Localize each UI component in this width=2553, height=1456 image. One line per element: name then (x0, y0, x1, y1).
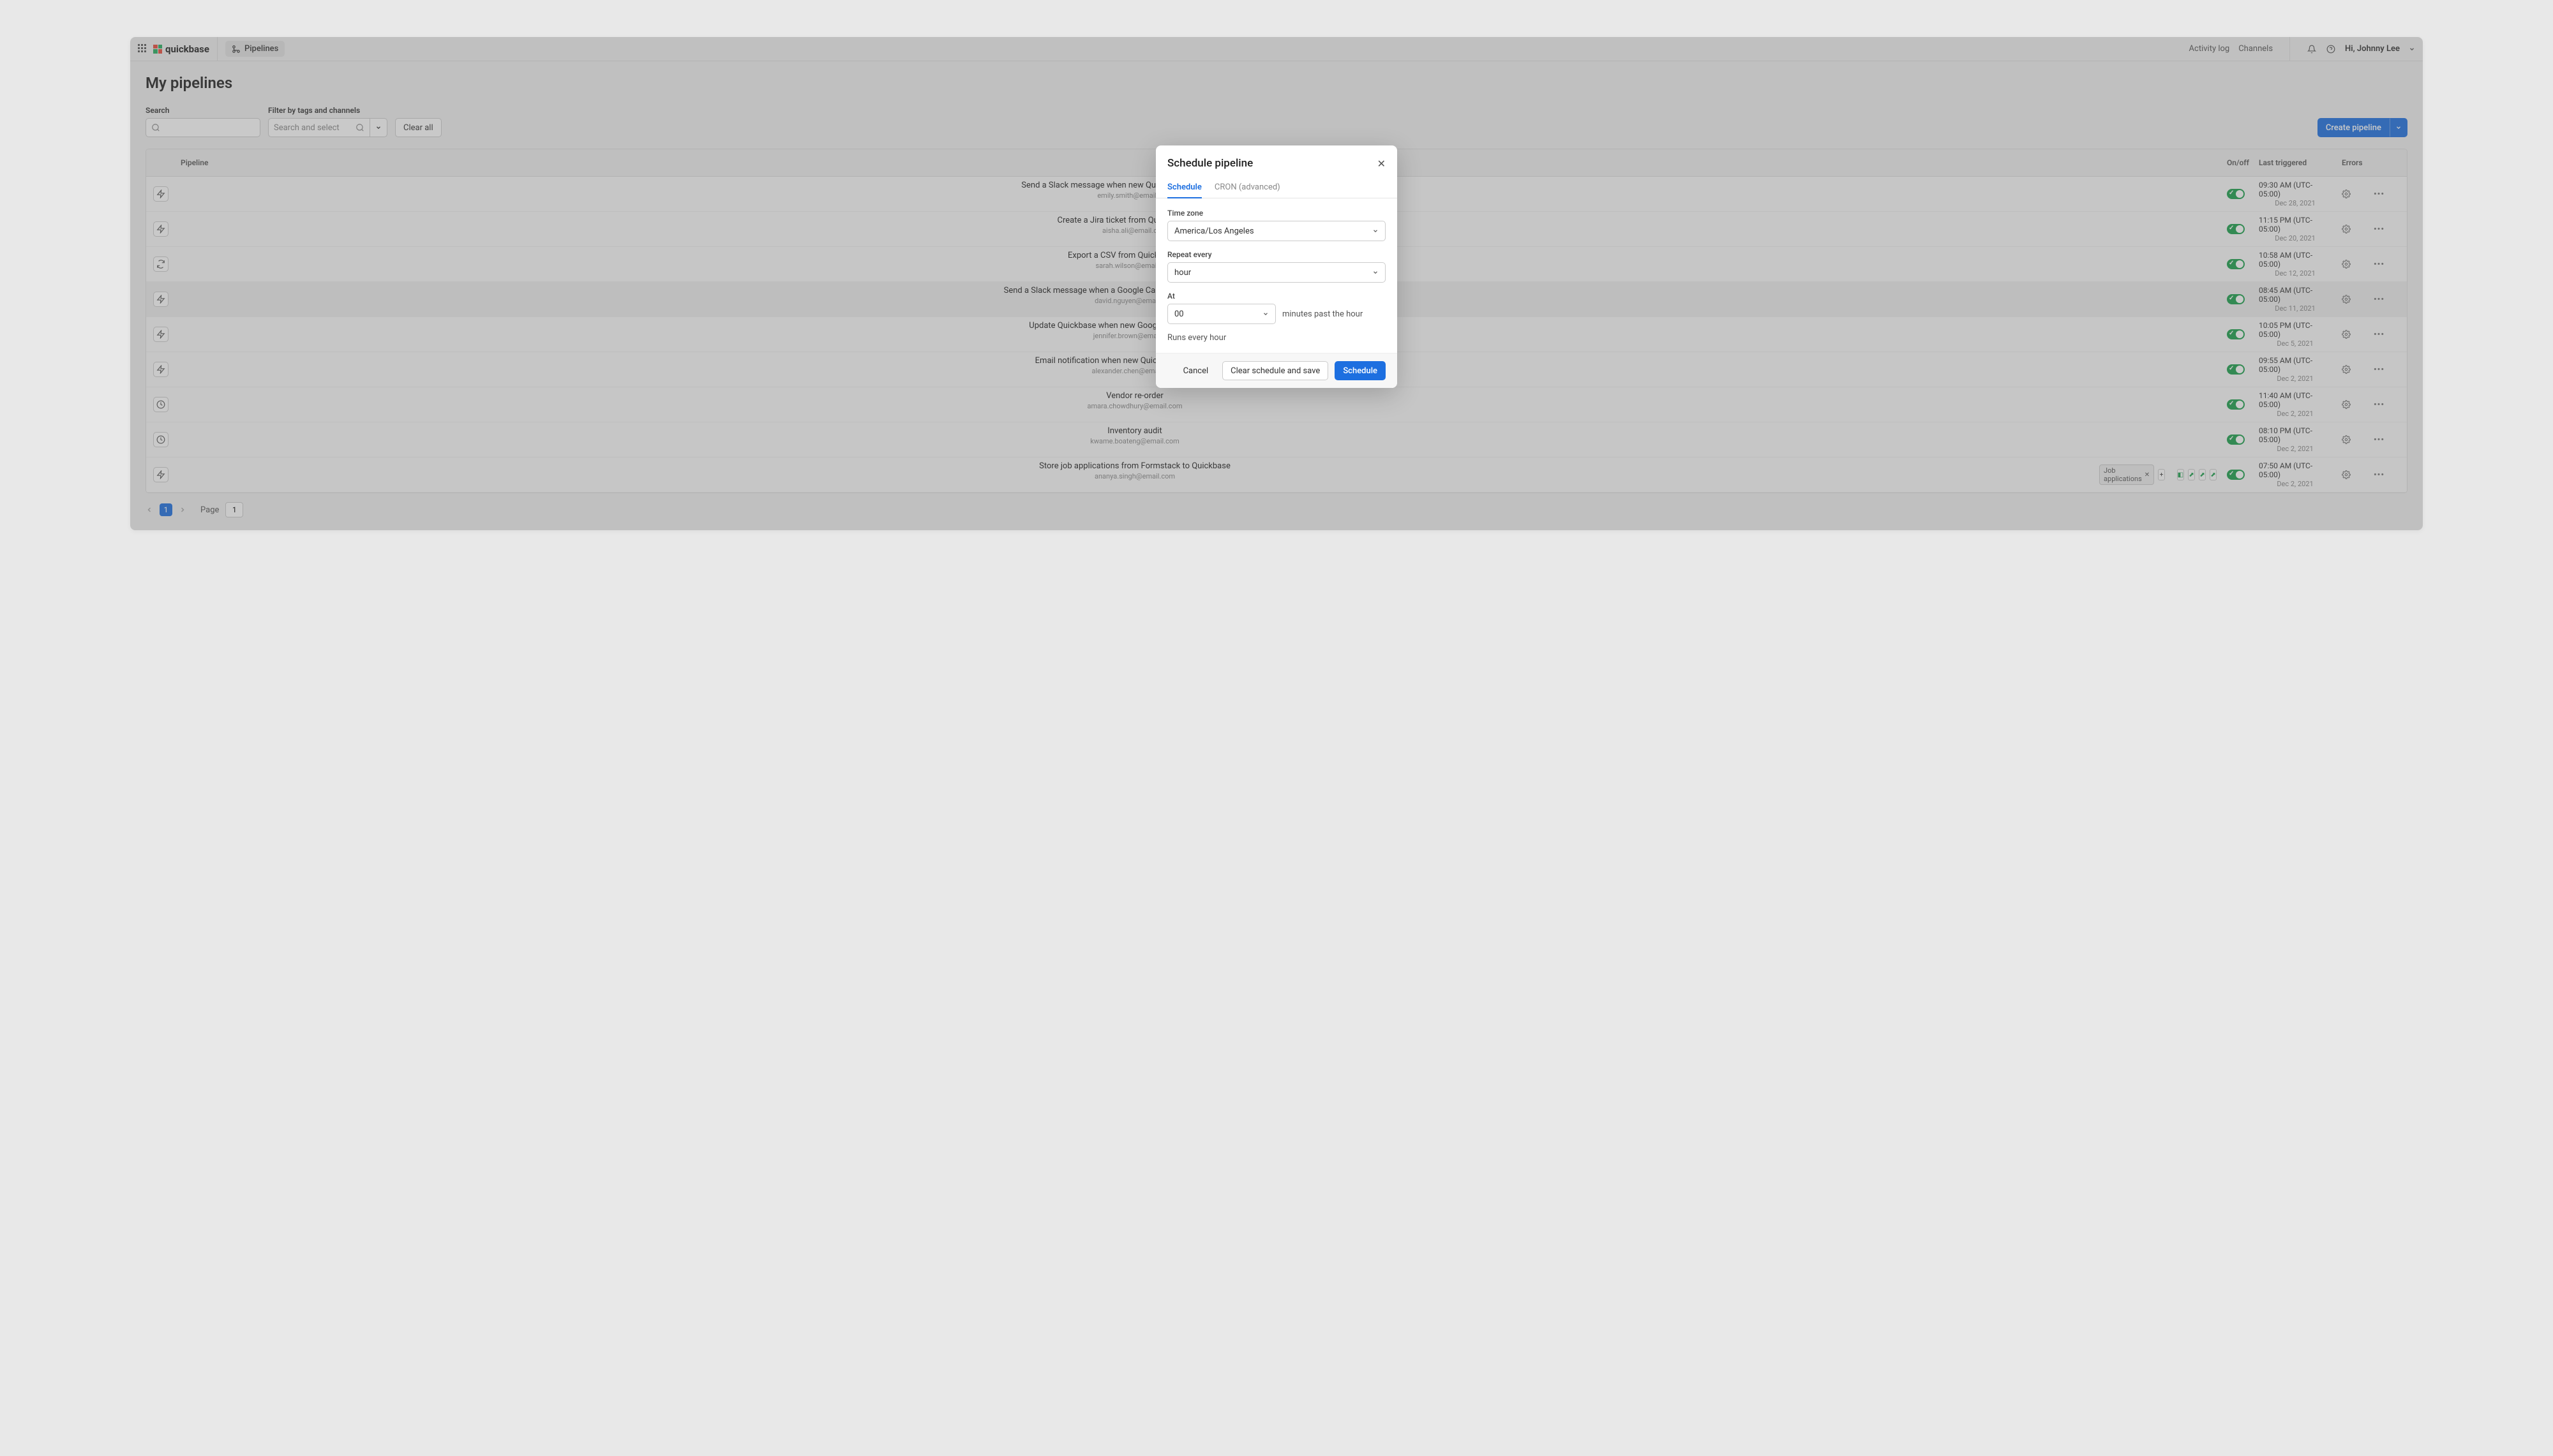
modal-title: Schedule pipeline (1167, 157, 1253, 170)
cancel-button[interactable]: Cancel (1176, 361, 1217, 380)
at-select[interactable]: 00 (1167, 304, 1276, 324)
modal-tabs: Schedule CRON (advanced) (1156, 177, 1397, 198)
timezone-label: Time zone (1167, 209, 1386, 218)
repeat-value: hour (1174, 268, 1191, 278)
timezone-value: America/Los Angeles (1174, 227, 1254, 236)
app-window: quickbase Pipelines Activity log Channel… (130, 37, 2423, 530)
repeat-label: Repeat every (1167, 250, 1386, 259)
chevron-down-icon (1372, 269, 1379, 276)
at-value: 00 (1174, 309, 1184, 319)
timezone-select[interactable]: America/Los Angeles (1167, 221, 1386, 241)
close-icon[interactable]: ✕ (1377, 158, 1386, 170)
schedule-button[interactable]: Schedule (1335, 361, 1386, 380)
modal-overlay[interactable]: Schedule pipeline ✕ Schedule CRON (advan… (130, 37, 2423, 530)
repeat-select[interactable]: hour (1167, 262, 1386, 283)
tab-schedule[interactable]: Schedule (1167, 177, 1202, 198)
schedule-modal: Schedule pipeline ✕ Schedule CRON (advan… (1156, 145, 1397, 388)
tab-cron[interactable]: CRON (advanced) (1215, 177, 1280, 198)
modal-footer: Cancel Clear schedule and save Schedule (1156, 353, 1397, 388)
chevron-down-icon (1262, 311, 1269, 317)
clear-schedule-button[interactable]: Clear schedule and save (1222, 361, 1328, 380)
at-helper: minutes past the hour (1282, 309, 1363, 319)
schedule-summary: Runs every hour (1167, 333, 1386, 343)
chevron-down-icon (1372, 228, 1379, 234)
at-label: At (1167, 292, 1386, 301)
